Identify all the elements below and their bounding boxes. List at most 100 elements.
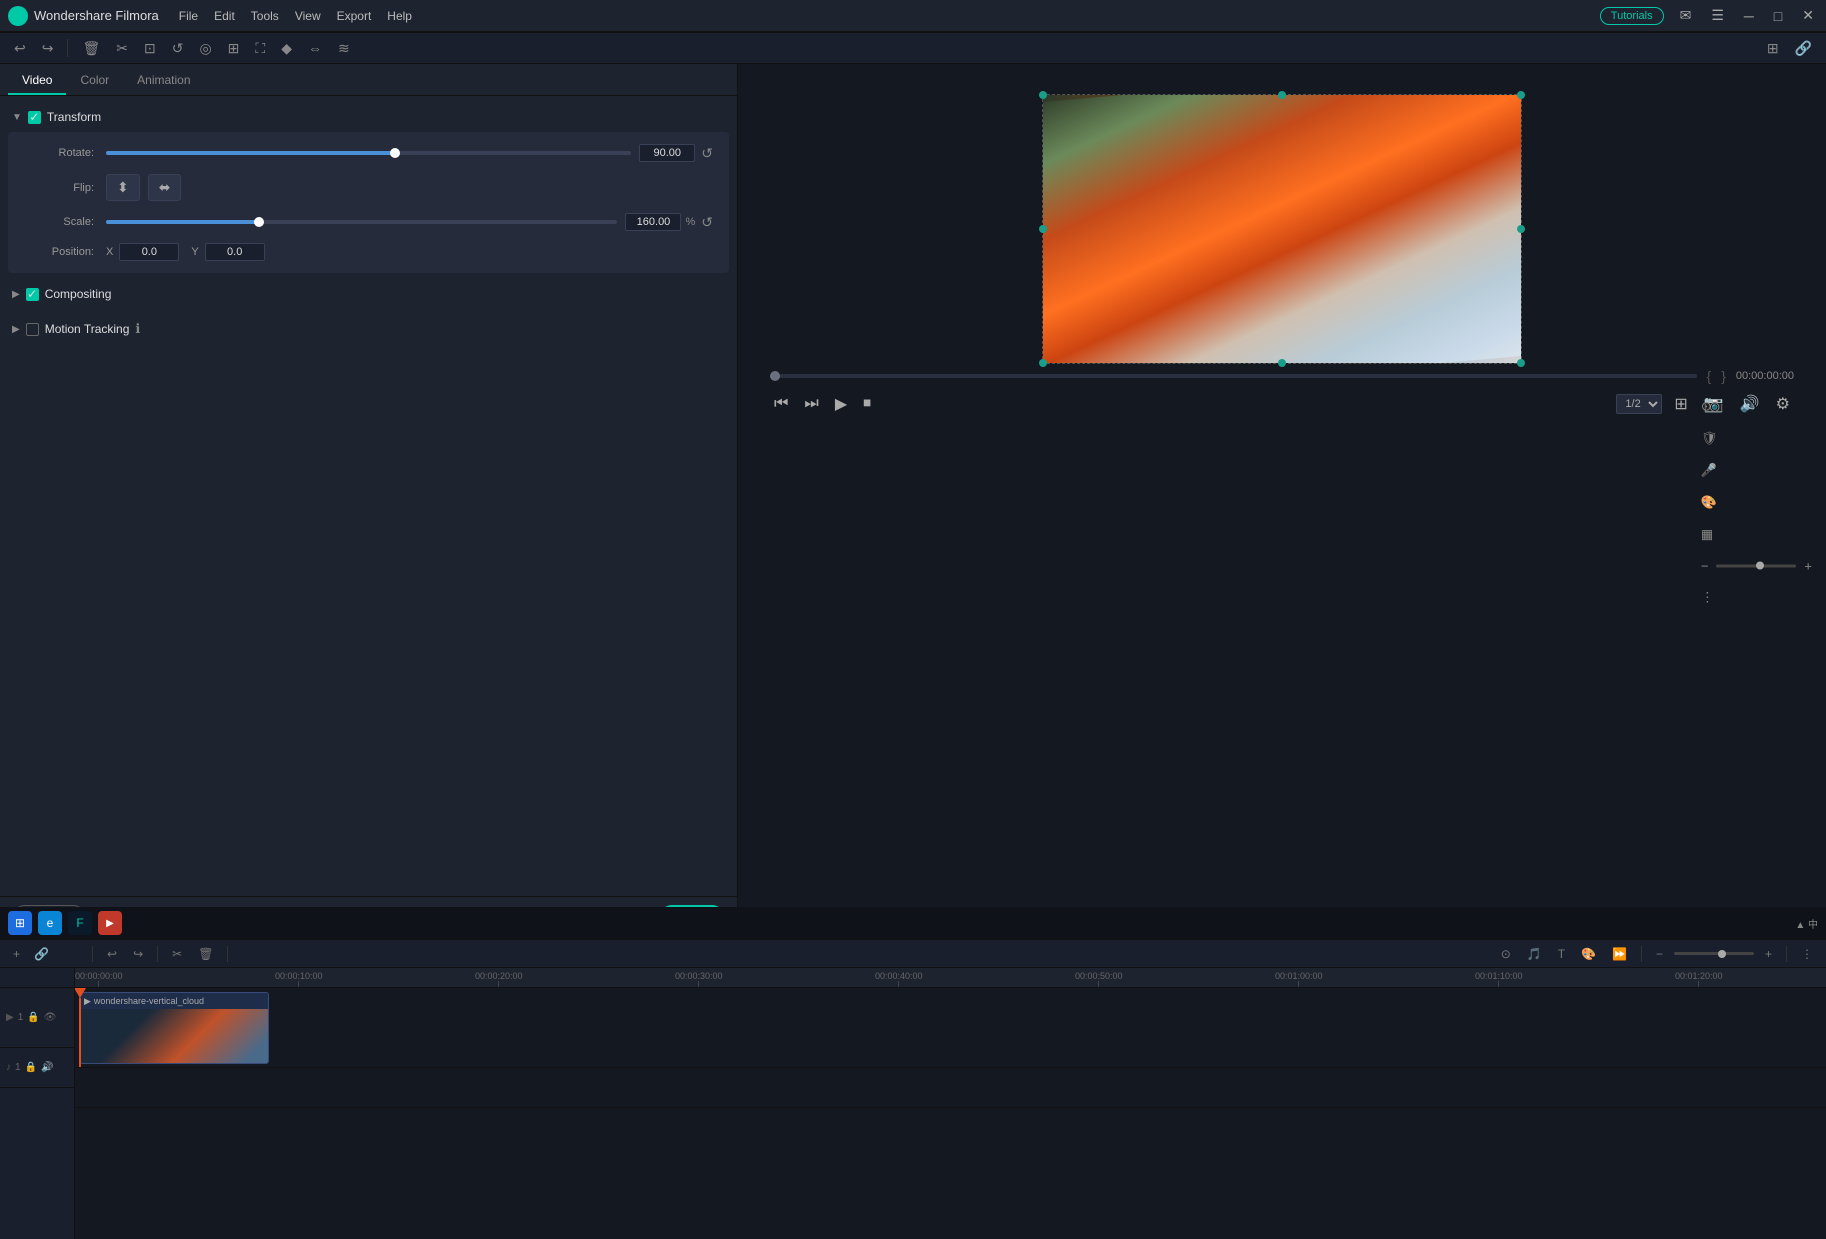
handle-bottom-right[interactable] [1517, 359, 1525, 367]
progress-thumb[interactable] [770, 371, 780, 381]
menu-file[interactable]: File [179, 9, 198, 23]
progress-track[interactable] [770, 374, 1697, 378]
flip-vertical-button[interactable]: ⬌ [148, 174, 182, 201]
taskbar-start[interactable]: ⊞ [8, 911, 32, 935]
split-button[interactable]: ⇔ [302, 36, 328, 60]
audio-lock-icon[interactable]: 🔒 [25, 1062, 37, 1073]
snapshot-button[interactable]: ◎ [193, 36, 217, 61]
scale-slider-thumb[interactable] [254, 217, 264, 227]
delete-button[interactable]: 🗑 [76, 36, 106, 61]
maximize-button[interactable]: □ [1770, 8, 1786, 24]
handle-middle-right[interactable] [1517, 225, 1525, 233]
taskbar-app3[interactable]: ▶ [98, 911, 122, 935]
close-button[interactable]: ✕ [1798, 7, 1818, 24]
flip-horizontal-button[interactable]: ⬍ [106, 174, 140, 201]
keyframe-button[interactable]: ◆ [275, 36, 298, 61]
taskbar-filmora[interactable]: F [68, 911, 92, 935]
taskbar-browser[interactable]: e [38, 911, 62, 935]
add-media-button[interactable]: + [8, 944, 25, 964]
crop-button[interactable]: ⊡ [138, 36, 162, 61]
rotate-reset-icon[interactable]: ↺ [701, 145, 713, 162]
play-button[interactable]: ▶ [831, 390, 851, 418]
cut-button[interactable]: ✂ [110, 36, 134, 61]
rotate-slider-thumb[interactable] [390, 148, 400, 158]
tab-video[interactable]: Video [8, 67, 66, 95]
frame-icon[interactable]: ▦ [1695, 522, 1818, 546]
step-back-button[interactable]: ⏮ [770, 391, 792, 417]
timeline-zoom-thumb[interactable] [1718, 950, 1726, 958]
zoom-out-icon[interactable]: − [1695, 554, 1715, 577]
redo-button[interactable]: ↪ [36, 36, 60, 61]
stabilize-icon[interactable]: ⊙ [1695, 394, 1818, 418]
tl-audio-button[interactable]: 🎵 [1522, 944, 1547, 964]
settings-icon[interactable]: ☰ [1707, 7, 1728, 24]
motion-tracking-info-icon[interactable]: ℹ [135, 321, 140, 337]
display-settings-icon[interactable]: ⊞ [1670, 390, 1691, 418]
menu-edit[interactable]: Edit [214, 9, 235, 23]
scale-input[interactable]: 160.00 [625, 213, 681, 231]
stop-button[interactable]: ⏹ [859, 391, 875, 417]
frame-back-button[interactable]: ⏭ [800, 391, 822, 417]
shield-icon[interactable]: 🛡 [1695, 426, 1818, 450]
zoom-slider-thumb[interactable] [1756, 562, 1764, 570]
reverse-button[interactable]: ↺ [166, 36, 190, 61]
tab-animation[interactable]: Animation [123, 67, 204, 95]
undo-button[interactable]: ↩ [8, 36, 32, 61]
motion-tracking-checkbox[interactable] [26, 323, 39, 336]
tutorials-button[interactable]: Tutorials [1600, 7, 1664, 25]
quality-select[interactable]: 1/2 1/1 1/4 [1616, 394, 1662, 414]
audio-eq-button[interactable]: ≋ [332, 36, 356, 61]
handle-top-left[interactable] [1039, 91, 1047, 99]
rotate-label: Rotate: [24, 147, 94, 159]
handle-top-right[interactable] [1517, 91, 1525, 99]
zoom-in-icon[interactable]: + [1798, 554, 1818, 577]
menu-export[interactable]: Export [337, 9, 372, 23]
handle-middle-top[interactable] [1278, 91, 1286, 99]
tl-undo-button[interactable]: ↩ [102, 944, 122, 964]
tl-zoom-out-button[interactable]: − [1651, 944, 1668, 964]
tl-text-button[interactable]: T [1553, 944, 1570, 964]
menu-help[interactable]: Help [387, 9, 412, 23]
transform-checkbox[interactable]: ✓ [28, 111, 41, 124]
lock-icon[interactable]: 🔒 [27, 1012, 39, 1023]
audio-mute-icon[interactable]: 🔊 [41, 1062, 53, 1073]
minimize-button[interactable]: ─ [1740, 8, 1758, 24]
tl-speed-button[interactable]: ⏩ [1607, 944, 1632, 964]
tl-color-button[interactable]: 🎨 [1576, 944, 1601, 964]
zoom-slider[interactable] [1716, 564, 1796, 567]
tl-stabilize-button[interactable]: ⊙ [1496, 944, 1516, 964]
tab-color[interactable]: Color [66, 67, 123, 95]
rotate-input[interactable]: 90.00 [639, 144, 695, 162]
compositing-checkbox[interactable]: ✓ [26, 288, 39, 301]
scale-slider[interactable] [106, 220, 617, 224]
menu-view[interactable]: View [295, 9, 321, 23]
video-clip[interactable]: ▶ wondershare-vertical_cloud [79, 992, 269, 1064]
media-library-button[interactable]: ⊞ [1761, 36, 1785, 61]
overflow-icon[interactable]: ⋮ [1695, 585, 1818, 609]
handle-middle-left[interactable] [1039, 225, 1047, 233]
email-icon[interactable]: ✉ [1676, 7, 1696, 24]
eye-icon[interactable]: 👁 [44, 1012, 57, 1023]
handle-bottom-left[interactable] [1039, 359, 1047, 367]
scale-reset-icon[interactable]: ↺ [701, 214, 713, 231]
menu-tools[interactable]: Tools [251, 9, 279, 23]
tl-delete-button[interactable]: 🗑 [193, 944, 218, 964]
y-input[interactable]: 0.0 [205, 243, 265, 261]
link-button[interactable]: 🔗 [1789, 36, 1818, 61]
fullscreen-button[interactable]: ⛶ [249, 36, 271, 61]
tl-zoom-in-button[interactable]: + [1760, 944, 1777, 964]
link-tracks-button[interactable]: 🔗 [29, 944, 54, 964]
tl-redo-button[interactable]: ↪ [128, 944, 148, 964]
compositing-header[interactable]: ▶ ✓ Compositing [8, 281, 729, 307]
handle-middle-bottom[interactable] [1278, 359, 1286, 367]
mic-icon[interactable]: 🎤 [1695, 458, 1818, 482]
x-input[interactable]: 0.0 [119, 243, 179, 261]
pip-button[interactable]: ⊞ [222, 36, 246, 61]
motion-tracking-header[interactable]: ▶ Motion Tracking ℹ [8, 315, 729, 343]
rotate-slider[interactable] [106, 151, 631, 155]
tl-overflow-button[interactable]: ⋮ [1796, 944, 1818, 964]
color-icon[interactable]: 🎨 [1695, 490, 1818, 514]
playhead[interactable] [79, 988, 81, 1067]
transform-header[interactable]: ▼ ✓ Transform [8, 104, 729, 130]
tl-cut-button[interactable]: ✂ [167, 944, 187, 964]
